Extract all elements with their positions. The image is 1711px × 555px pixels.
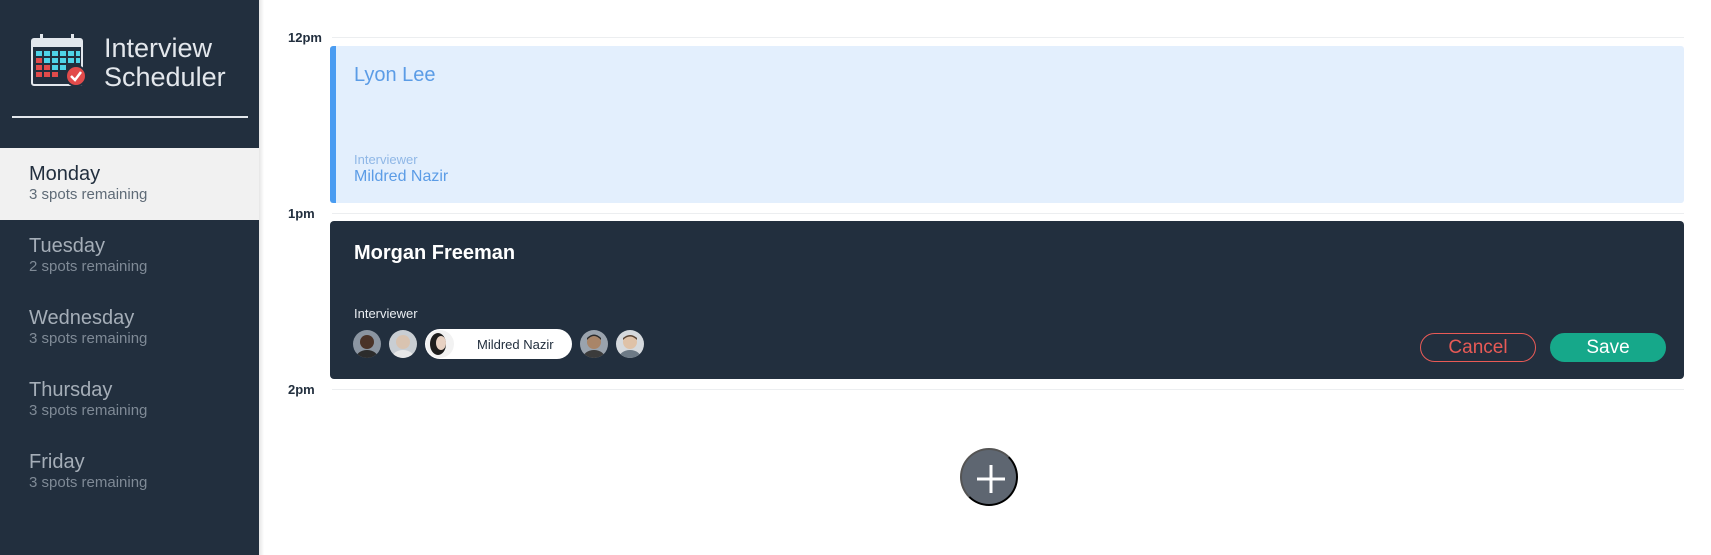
student-name-input[interactable]	[354, 239, 954, 267]
calendar-check-icon	[31, 34, 87, 87]
app-title-line1: Interview	[104, 33, 213, 63]
hour-line	[332, 37, 1684, 38]
day-name: Tuesday	[29, 235, 105, 257]
app: Interview Scheduler Monday 3 spots remai…	[0, 0, 1711, 555]
day-item-monday[interactable]: Monday 3 spots remaining	[0, 148, 259, 220]
day-list: Monday 3 spots remaining Tuesday 2 spots…	[0, 148, 259, 508]
sidebar: Interview Scheduler Monday 3 spots remai…	[0, 0, 259, 555]
selected-interviewer-name: Mildred Nazir	[477, 336, 554, 352]
time-label-1pm: 1pm	[288, 206, 315, 221]
time-label-12pm: 12pm	[288, 30, 322, 45]
hour-line	[332, 213, 1684, 214]
day-spots: 3 spots remaining	[29, 402, 148, 419]
day-spots: 3 spots remaining	[29, 330, 148, 347]
brand-divider	[12, 116, 248, 118]
interviewer-avatar	[426, 330, 454, 358]
day-item-tuesday[interactable]: Tuesday 2 spots remaining	[0, 220, 259, 292]
interviewer-label: Interviewer	[354, 152, 418, 167]
interviewer-avatar[interactable]	[353, 330, 381, 358]
interviewer-avatar[interactable]	[579, 330, 608, 358]
day-spots: 2 spots remaining	[29, 258, 148, 275]
plus-icon	[977, 465, 1005, 493]
app-title: Interview Scheduler	[104, 34, 226, 92]
interviewer-avatar[interactable]	[389, 330, 417, 358]
interviewer-avatar[interactable]	[615, 330, 644, 358]
day-name: Wednesday	[29, 307, 135, 329]
hour-line	[332, 389, 1684, 390]
brand: Interview Scheduler	[30, 32, 260, 92]
day-spots: 3 spots remaining	[29, 474, 148, 491]
appointment-form: Interviewer Mildred Nazir	[330, 221, 1684, 379]
interviewer-selected[interactable]: Mildred Nazir	[425, 329, 572, 359]
day-name: Thursday	[29, 379, 113, 401]
interviewer-list: Mildred Nazir	[353, 328, 652, 360]
day-item-friday[interactable]: Friday 3 spots remaining	[0, 436, 259, 508]
save-button[interactable]: Save	[1550, 333, 1666, 362]
interviewer-label: Interviewer	[354, 306, 418, 321]
day-item-thursday[interactable]: Thursday 3 spots remaining	[0, 364, 259, 436]
booked-appointment[interactable]: Lyon Lee Interviewer Mildred Nazir	[330, 46, 1684, 203]
sidebar-shadow	[259, 0, 264, 555]
day-name: Monday	[29, 163, 101, 185]
app-title-line2: Scheduler	[104, 62, 226, 92]
time-label-2pm: 2pm	[288, 382, 315, 397]
cancel-button[interactable]: Cancel	[1420, 333, 1536, 362]
day-item-wednesday[interactable]: Wednesday 3 spots remaining	[0, 292, 259, 364]
interviewer-name: Mildred Nazir	[354, 168, 449, 185]
day-name: Friday	[29, 451, 85, 473]
add-appointment-button[interactable]	[960, 448, 1018, 506]
day-spots: 3 spots remaining	[29, 186, 148, 203]
student-name: Lyon Lee	[354, 64, 436, 86]
